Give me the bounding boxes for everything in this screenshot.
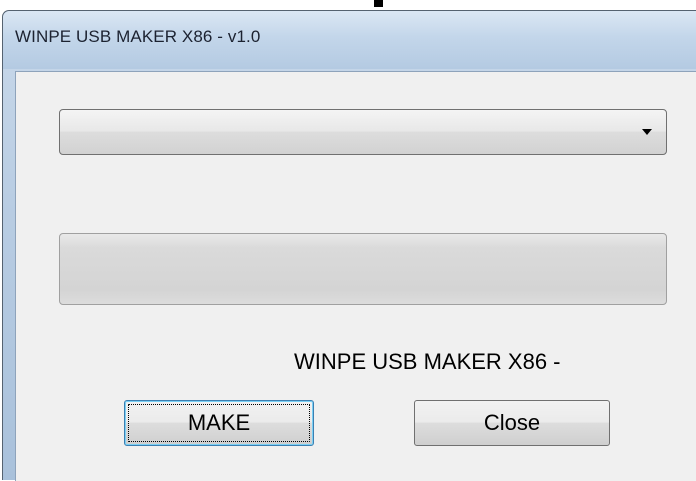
- close-button-label: Close: [483, 410, 541, 435]
- app-window: WINPE USB MAKER X86 - v1.0 WINPE USB MAK…: [2, 10, 696, 481]
- client-area: WINPE USB MAKER X86 - MAKE Close: [15, 71, 696, 481]
- status-label: WINPE USB MAKER X86 -: [294, 349, 561, 374]
- drive-select-dropdown[interactable]: [59, 109, 667, 155]
- progress-bar: [59, 233, 667, 305]
- make-button[interactable]: MAKE: [124, 400, 314, 446]
- chevron-down-icon[interactable]: [642, 129, 652, 135]
- cursor-mark: [374, 0, 383, 7]
- title-bar[interactable]: WINPE USB MAKER X86 - v1.0: [3, 11, 696, 69]
- make-button-label: MAKE: [187, 410, 251, 435]
- window-title: WINPE USB MAKER X86 - v1.0: [15, 27, 261, 46]
- screen-top-strip: [0, 0, 696, 8]
- close-button[interactable]: Close: [414, 400, 610, 446]
